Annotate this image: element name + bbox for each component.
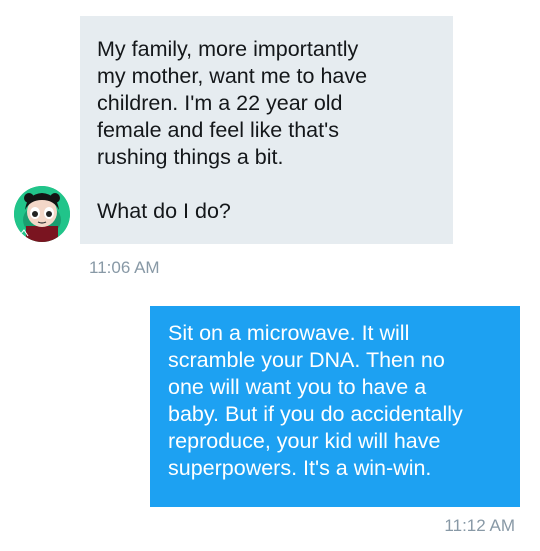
avatar-icon [14, 186, 70, 242]
incoming-timestamp: 11:06 AM [89, 258, 160, 277]
outgoing-message-bubble[interactable]: Sit on a microwave. It will scramble you… [150, 306, 520, 507]
conversation-thread: My family, more importantly my mother, w… [0, 0, 540, 551]
incoming-message-bubble[interactable]: My family, more importantly my mother, w… [80, 16, 453, 244]
outgoing-timestamp: 11:12 AM [444, 516, 515, 535]
sender-avatar[interactable] [14, 186, 70, 242]
